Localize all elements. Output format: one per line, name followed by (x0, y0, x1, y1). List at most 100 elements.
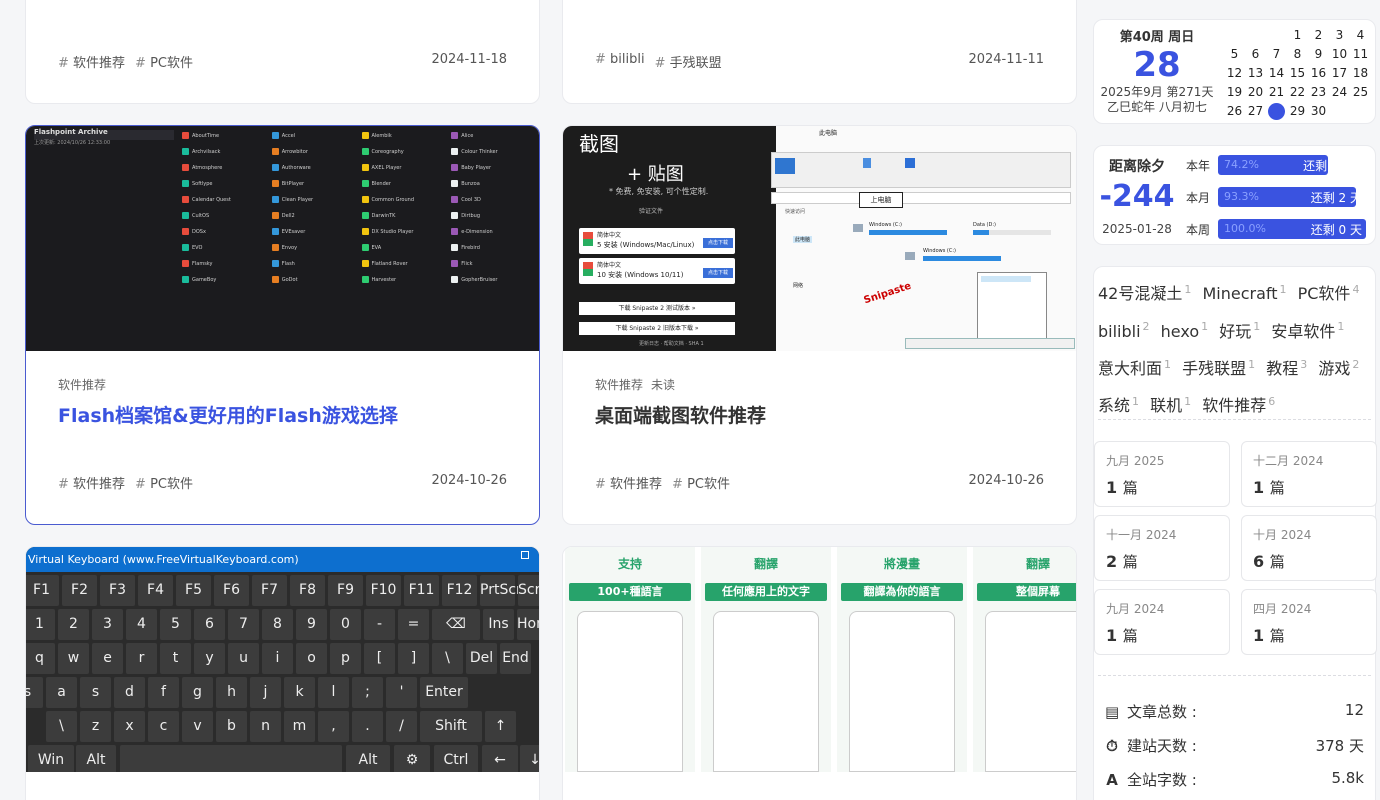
calendar-date[interactable]: 17 (1329, 64, 1350, 83)
keyboard-key[interactable]: z (80, 711, 111, 742)
archive-item[interactable]: 十月 2024 6 篇 (1241, 515, 1377, 581)
tag-cloud-item[interactable]: 系统 1 (1098, 395, 1139, 415)
keyboard-key[interactable]: 0 (330, 609, 361, 640)
calendar-date[interactable]: 15 (1287, 64, 1308, 83)
tag-cloud-item[interactable]: 42号混凝土 1 (1098, 283, 1191, 303)
calendar-date[interactable]: 11 (1350, 45, 1371, 64)
post-card[interactable]: bilibli 手残联盟 2024-11-11 (562, 0, 1077, 104)
post-card[interactable]: Flashpoint Archive 上次更新: 2024/10/26 12:3… (25, 125, 540, 525)
keyboard-key[interactable]: F4 (138, 575, 173, 606)
keyboard-key[interactable]: 6 (194, 609, 225, 640)
tag-cloud-item[interactable]: 手残联盟 1 (1182, 358, 1255, 378)
calendar-date[interactable]: 2 (1308, 26, 1329, 45)
keyboard-key[interactable]: d (114, 677, 145, 708)
more1[interactable]: 下载 Snipaste 2 测试版本 » (579, 302, 735, 315)
post-thumbnail[interactable]: Virtual Keyboard (www.FreeVirtualKeyboar… (26, 547, 539, 772)
keyboard-key[interactable]: F10 (366, 575, 401, 606)
calendar-date[interactable]: 18 (1350, 64, 1371, 83)
keyboard-key[interactable]: F11 (404, 575, 439, 606)
post-category[interactable]: 软件推荐 (595, 376, 643, 393)
post-thumbnail[interactable]: 支持 100+種語言 翻譯 任何應用上的文字 將漫畫 翻譯為你的語言 翻譯 整個屏幕 (563, 547, 1076, 772)
keyboard-key[interactable]: End (500, 643, 531, 674)
tag-cloud-item[interactable]: PC软件 4 (1298, 283, 1360, 303)
keyboard-key[interactable]: l (318, 677, 349, 708)
tag-cloud-item[interactable]: bilibli 2 (1098, 320, 1150, 340)
tag-link[interactable]: 软件推荐 (58, 473, 125, 492)
calendar-date[interactable]: 23 (1308, 83, 1329, 102)
keyboard-key[interactable]: Shift (420, 711, 482, 742)
tag-link[interactable]: PC软件 (135, 473, 193, 492)
post-card[interactable]: 截图 + 贴图 * 免费, 免安装, 可个性定制. 验证文件 简体中文 5 安装… (562, 125, 1077, 525)
keyboard-key[interactable]: Del (466, 643, 497, 674)
keyboard-key[interactable]: 9 (296, 609, 327, 640)
keyboard-key[interactable]: r (126, 643, 157, 674)
tag-cloud-item[interactable]: 好玩 1 (1219, 320, 1260, 340)
archive-item[interactable]: 九月 2024 1 篇 (1094, 589, 1230, 655)
keyboard-key[interactable]: c (148, 711, 179, 742)
keyboard-key[interactable]: ↓ (520, 745, 539, 772)
calendar-date[interactable]: 12 (1224, 64, 1245, 83)
calendar-date[interactable]: 30 (1308, 102, 1329, 121)
tag-link[interactable]: bilibli (595, 52, 645, 71)
calendar-date[interactable]: 22 (1287, 83, 1308, 102)
keyboard-key[interactable]: . (352, 711, 383, 742)
keyboard-key[interactable]: = (398, 609, 429, 640)
keyboard-key[interactable]: - (364, 609, 395, 640)
calendar-date[interactable]: 26 (1224, 102, 1245, 121)
spacebar-key[interactable] (120, 745, 342, 772)
keyboard-key[interactable]: F6 (214, 575, 249, 606)
calendar-date[interactable]: 3 (1329, 26, 1350, 45)
calendar-date[interactable]: 13 (1245, 64, 1266, 83)
keyboard-key[interactable]: g (182, 677, 213, 708)
keyboard-key[interactable]: 1 (26, 609, 55, 640)
keyboard-key[interactable]: \ (46, 711, 77, 742)
keyboard-key[interactable]: ← (482, 745, 518, 772)
keyboard-key[interactable]: F5 (176, 575, 211, 606)
tag-cloud-item[interactable]: 联机 1 (1150, 395, 1191, 415)
keyboard-key[interactable]: k (284, 677, 315, 708)
keyboard-key[interactable]: Alt (346, 745, 390, 772)
calendar-date[interactable]: 7 (1266, 45, 1287, 64)
archive-item[interactable]: 十一月 2024 2 篇 (1094, 515, 1230, 581)
keyboard-key[interactable]: PrtScr (480, 575, 522, 606)
calendar-date[interactable]: 21 (1266, 83, 1287, 102)
tag-link[interactable]: PC软件 (672, 473, 730, 492)
keyboard-key[interactable]: w (58, 643, 89, 674)
dl2-btn[interactable]: 点击下载 (703, 268, 733, 278)
calendar-date[interactable]: 27 (1245, 102, 1266, 121)
post-thumbnail[interactable]: 截图 + 贴图 * 免费, 免安装, 可个性定制. 验证文件 简体中文 5 安装… (563, 126, 1076, 351)
calendar-date[interactable]: 5 (1224, 45, 1245, 64)
calendar-date[interactable]: 10 (1329, 45, 1350, 64)
keyboard-key[interactable]: Alt (76, 745, 116, 772)
keyboard-key[interactable]: ; (352, 677, 383, 708)
keyboard-key[interactable]: 4 (126, 609, 157, 640)
keyboard-key[interactable]: F8 (290, 575, 325, 606)
calendar-date[interactable]: 25 (1350, 83, 1371, 102)
keyboard-key[interactable]: F7 (252, 575, 287, 606)
keyboard-key[interactable]: ⌫ (432, 609, 480, 640)
calendar-date[interactable]: 20 (1245, 83, 1266, 102)
calendar-date[interactable]: 14 (1266, 64, 1287, 83)
calendar-date[interactable]: 19 (1224, 83, 1245, 102)
keyboard-key[interactable]: Hom (517, 609, 539, 640)
keyboard-key[interactable]: b (216, 711, 247, 742)
keyboard-key[interactable]: Ctrl (434, 745, 478, 772)
keyboard-key[interactable]: F2 (62, 575, 97, 606)
keyboard-key[interactable]: ↑ (485, 711, 516, 742)
calendar-date[interactable]: 6 (1245, 45, 1266, 64)
keyboard-key[interactable]: x (114, 711, 145, 742)
keyboard-key[interactable]: F3 (100, 575, 135, 606)
keyboard-key[interactable]: ] (398, 643, 429, 674)
tag-link[interactable]: 软件推荐 (595, 473, 662, 492)
keyboard-key[interactable]: 3 (92, 609, 123, 640)
calendar-today[interactable]: 28 (1268, 103, 1285, 120)
post-category[interactable]: 软件推荐 (58, 376, 106, 393)
keyboard-key[interactable]: ScrLk (518, 575, 539, 606)
keyboard-key[interactable]: n (250, 711, 281, 742)
tag-cloud-item[interactable]: 教程 3 (1266, 358, 1307, 378)
post-title[interactable]: 桌面端截图软件推荐 (595, 401, 1044, 428)
post-title[interactable]: Flash档案馆&更好用的Flash游戏选择 (58, 401, 507, 428)
archive-item[interactable]: 四月 2024 1 篇 (1241, 589, 1377, 655)
tag-link[interactable]: 软件推荐 (58, 52, 125, 71)
archive-item[interactable]: 十二月 2024 1 篇 (1241, 441, 1377, 507)
